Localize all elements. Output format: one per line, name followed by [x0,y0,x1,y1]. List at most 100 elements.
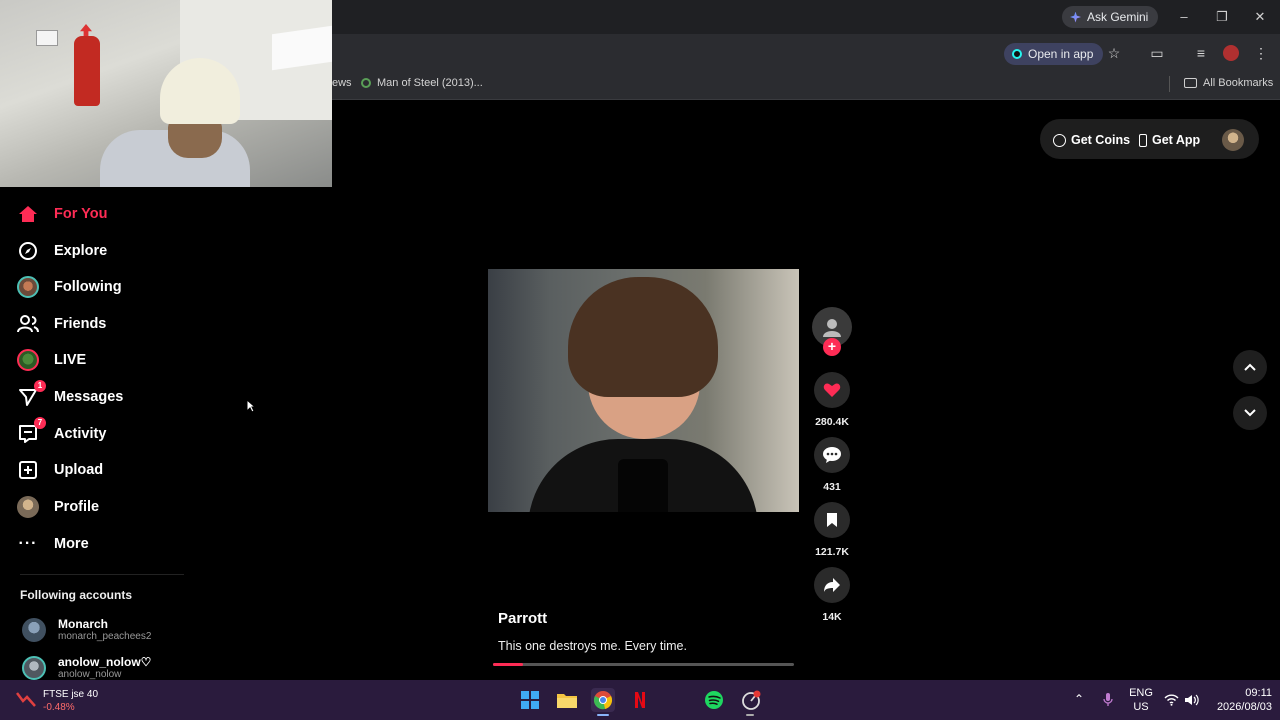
sidebar-item-label: Messages [54,389,124,405]
app-running-indicator [746,714,754,716]
sidebar-divider [20,574,184,575]
send-icon: 1 [16,380,46,409]
video-progress-fill [493,663,524,666]
sidebar-item-label: Activity [54,426,107,442]
all-bookmarks-label: All Bookmarks [1203,77,1274,89]
sidebar-item-following[interactable]: Following [16,272,122,302]
sidebar-item-label: Upload [54,462,104,478]
sidebar-item-for-you[interactable]: For You [16,199,107,229]
restore-icon[interactable]: ❐ [1213,8,1231,26]
friends-icon [16,312,40,336]
account-handle: monarch_peachees2 [58,631,152,642]
user-avatar[interactable] [1222,129,1244,151]
get-coins-button[interactable]: Get Coins [1053,133,1130,147]
windows-start-icon[interactable] [518,688,542,712]
previous-video-button[interactable] [1233,350,1267,384]
sidebar-item-more[interactable]: ··· More [16,529,89,559]
chrome-icon[interactable] [591,688,615,712]
sidebar-item-messages[interactable]: 1 Messages [16,380,124,412]
chevron-up-icon[interactable]: ⌃ [1074,692,1084,706]
close-icon[interactable]: ✕ [1251,8,1269,26]
star-icon[interactable]: ☆ [1105,44,1123,62]
spotify-icon[interactable] [702,688,726,712]
video-caption: This one destroys me. Every time. [498,639,687,653]
keyboard-layout: US [1133,701,1149,713]
sidebar-item-explore[interactable]: Explore [16,236,107,266]
save-button[interactable] [814,502,850,538]
profile-avatar-icon[interactable] [1223,45,1239,61]
file-explorer-icon[interactable] [555,688,579,712]
video-author[interactable]: Parrott [498,610,547,627]
sidebar-item-upload[interactable]: Upload [16,455,103,485]
get-coins-label: Get Coins [1071,133,1131,147]
clock-time: 09:11 [1245,687,1272,699]
like-count: 280.4K [815,416,849,428]
clock[interactable]: 09:11 2026/08/03 [1208,686,1272,714]
following-avatar-icon [16,275,40,299]
stock-change: -0.48% [43,702,75,713]
activity-icon: 7 [16,417,46,446]
following-accounts-heading: Following accounts [20,588,133,602]
more-dots-icon: ··· [18,535,38,552]
account-avatar [22,617,46,642]
media-controls-icon[interactable]: ≡ [1192,44,1210,62]
sidebar-item-activity[interactable]: 7 Activity [16,417,107,449]
menu-icon[interactable]: ⋮ [1252,44,1270,62]
bookmark-truncated-label: ews [332,77,352,89]
activity-badge: 7 [34,417,46,429]
stock-chart-icon [16,690,36,713]
all-bookmarks-button[interactable]: All Bookmarks [1184,77,1273,89]
get-app-button[interactable]: Get App [1139,133,1200,147]
webcam-fire-extinguisher [74,36,100,106]
volume-icon[interactable] [1184,693,1199,711]
bookmark-man-of-steel[interactable]: Man of Steel (2013)... [361,77,483,89]
stock-name: FTSE jse 40 [43,689,99,700]
netflix-icon[interactable] [628,688,652,712]
video-player[interactable] [488,269,799,512]
open-in-app-label: Open in app [1028,47,1094,61]
wifi-icon[interactable] [1164,693,1179,711]
upload-plus-icon [16,458,40,482]
live-avatar-icon [16,348,40,372]
minimize-icon[interactable]: – [1175,8,1193,26]
webcam-sign [36,30,58,46]
language-code: ENG [1129,687,1153,699]
share-count: 14K [822,611,842,623]
video-microphone [618,459,668,512]
share-button[interactable] [814,567,850,603]
home-icon [16,202,40,226]
video-progress-bar[interactable] [493,663,794,666]
language-indicator[interactable]: ENG US [1128,686,1154,714]
bookmarks-divider [1169,76,1170,92]
sidebar-item-label: Following [54,279,122,295]
open-in-app-button[interactable]: Open in app [1004,43,1104,65]
sidebar-item-profile[interactable]: Profile [16,492,99,522]
next-video-button[interactable] [1233,396,1267,430]
bookmark-truncated[interactable]: ews [332,77,352,89]
account-item[interactable]: Monarch monarch_peachees2 [22,617,151,642]
comment-button[interactable] [814,437,850,473]
bookmark-favicon-icon [361,78,371,88]
follow-plus-button[interactable]: + [823,338,841,356]
sidebar-item-friends[interactable]: Friends [16,309,106,339]
ask-gemini-button[interactable]: Ask Gemini [1062,6,1159,28]
get-app-label: Get App [1152,133,1201,147]
messages-badge: 1 [34,380,46,392]
video-subject-hair [568,277,718,397]
sidebar-item-label: Friends [54,316,107,332]
extensions-icon[interactable]: ▭ [1148,44,1166,62]
phone-icon [1139,133,1147,147]
bookmark-icon [827,513,837,527]
comment-icon [823,447,841,463]
microphone-icon[interactable] [1103,692,1113,712]
sidebar-item-live[interactable]: LIVE [16,345,86,375]
chevron-up-icon [1244,363,1256,371]
bookmark-label: Man of Steel (2013)... [377,77,483,89]
app-with-notification-icon[interactable] [739,688,763,712]
webcam-person-face [168,118,222,158]
like-button[interactable] [814,372,850,408]
account-avatar [22,655,46,680]
account-item[interactable]: anolow_nolow♡ anolow_nolow [22,655,151,680]
share-arrow-icon [824,578,840,592]
stock-widget[interactable]: FTSE jse 40 -0.48% [43,688,98,714]
